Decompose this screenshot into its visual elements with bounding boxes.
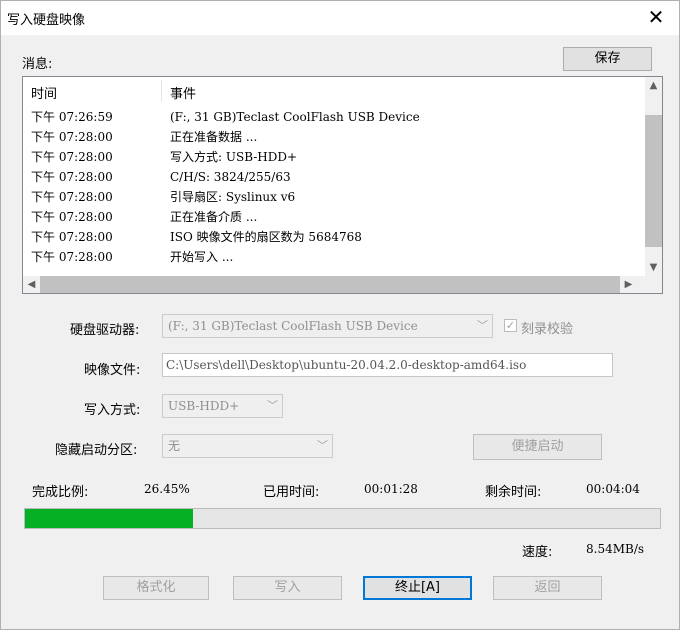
- scroll-down-icon[interactable]: ▼: [645, 259, 662, 276]
- quick-boot-button[interactable]: 便捷启动: [473, 434, 602, 460]
- progress-bar: [24, 508, 661, 529]
- log-time: 下午 07:28:00: [31, 250, 113, 264]
- remaining-value: 00:04:04: [586, 482, 640, 496]
- hidden-partition-select[interactable]: 无 ﹀: [162, 434, 333, 458]
- log-time: 下午 07:28:00: [31, 150, 113, 164]
- scroll-left-icon[interactable]: ◀: [23, 276, 40, 293]
- log-time: 下午 07:26:59: [31, 110, 113, 124]
- vertical-scrollbar[interactable]: ▲ ▼: [645, 77, 662, 276]
- window-title: 写入硬盘映像: [7, 13, 86, 28]
- drive-select-value: (F:, 31 GB)Teclast CoolFlash USB Device: [168, 319, 418, 333]
- percent-label: 完成比例:: [32, 485, 89, 500]
- hidden-partition-label: 隐藏启动分区:: [55, 443, 138, 458]
- log-rows: 下午 07:26:59 (F:, 31 GB)Teclast CoolFlash …: [23, 107, 643, 267]
- scroll-up-icon[interactable]: ▲: [645, 77, 662, 94]
- write-method-select[interactable]: USB-HDD+ ﹀: [162, 394, 283, 418]
- scrollbar-corner: [640, 276, 662, 293]
- chevron-down-icon: ﹀: [317, 439, 328, 452]
- column-header-time[interactable]: 时间: [31, 83, 57, 102]
- list-item[interactable]: 下午 07:28:00 正在准备数据 ...: [23, 127, 643, 147]
- list-item[interactable]: 下午 07:28:00 开始写入 ...: [23, 247, 643, 267]
- log-event: 开始写入 ...: [170, 250, 234, 264]
- elapsed-label: 已用时间:: [263, 485, 320, 500]
- progress-bar-fill: [25, 509, 193, 528]
- log-time: 下午 07:28:00: [31, 130, 113, 144]
- abort-button[interactable]: 终止[A]: [363, 576, 472, 600]
- image-file-label: 映像文件:: [84, 363, 141, 378]
- log-event: 正在准备介质 ...: [170, 210, 258, 224]
- log-event: C/H/S: 3824/255/63: [170, 170, 291, 184]
- messages-label: 消息:: [22, 57, 53, 72]
- message-log[interactable]: 时间 事件 下午 07:26:59 (F:, 31 GB)Teclast Cool…: [22, 76, 663, 294]
- list-item[interactable]: 下午 07:26:59 (F:, 31 GB)Teclast CoolFlash …: [23, 107, 643, 127]
- write-disk-image-dialog: 写入硬盘映像 ✕ 消息: 保存 时间 事件 下午 07:26:59 (F:, 31…: [0, 0, 680, 630]
- log-time: 下午 07:28:00: [31, 210, 113, 224]
- write-method-value: USB-HDD+: [168, 399, 240, 413]
- log-event: 正在准备数据 ...: [170, 130, 258, 144]
- drive-label: 硬盘驱动器:: [70, 323, 140, 338]
- close-icon[interactable]: ✕: [633, 1, 679, 35]
- log-event: (F:, 31 GB)Teclast CoolFlash USB Device: [170, 110, 420, 124]
- log-event: 引导扇区: Syslinux v6: [170, 190, 296, 204]
- log-header: 时间 事件: [23, 77, 643, 105]
- horizontal-scrollbar[interactable]: ◀ ▶: [23, 276, 662, 293]
- list-item[interactable]: 下午 07:28:00 ISO 映像文件的扇区数为 5684768: [23, 227, 643, 247]
- percent-value: 26.45%: [144, 482, 190, 496]
- log-event: 写入方式: USB-HDD+: [170, 150, 298, 164]
- speed-label: 速度:: [522, 545, 553, 560]
- hidden-partition-value: 无: [168, 439, 181, 453]
- log-time: 下午 07:28:00: [31, 230, 113, 244]
- list-item[interactable]: 下午 07:28:00 C/H/S: 3824/255/63: [23, 167, 643, 187]
- verify-checkbox[interactable]: ✓: [504, 319, 517, 332]
- chevron-down-icon: ﹀: [477, 319, 488, 332]
- save-button[interactable]: 保存: [563, 47, 652, 71]
- horizontal-scroll-thumb[interactable]: [40, 276, 620, 293]
- log-time: 下午 07:28:00: [31, 170, 113, 184]
- list-item[interactable]: 下午 07:28:00 写入方式: USB-HDD+: [23, 147, 643, 167]
- list-item[interactable]: 下午 07:28:00 正在准备介质 ...: [23, 207, 643, 227]
- image-file-field[interactable]: C:\Users\dell\Desktop\ubuntu-20.04.2.0-d…: [162, 353, 613, 377]
- vertical-scroll-thumb[interactable]: [645, 115, 662, 247]
- drive-select[interactable]: (F:, 31 GB)Teclast CoolFlash USB Device …: [162, 314, 493, 338]
- format-button[interactable]: 格式化: [103, 576, 209, 600]
- log-time: 下午 07:28:00: [31, 190, 113, 204]
- write-method-label: 写入方式:: [84, 403, 141, 418]
- chevron-down-icon: ﹀: [267, 399, 278, 412]
- list-item[interactable]: 下午 07:28:00 引导扇区: Syslinux v6: [23, 187, 643, 207]
- verify-label: 刻录校验: [521, 322, 574, 337]
- log-event: ISO 映像文件的扇区数为 5684768: [170, 230, 362, 244]
- column-header-event[interactable]: 事件: [170, 83, 196, 102]
- title-bar: 写入硬盘映像 ✕: [1, 1, 679, 35]
- column-divider[interactable]: [161, 80, 162, 102]
- elapsed-value: 00:01:28: [364, 482, 418, 496]
- remaining-label: 剩余时间:: [485, 485, 542, 500]
- write-button[interactable]: 写入: [233, 576, 342, 600]
- scroll-right-icon[interactable]: ▶: [620, 276, 637, 293]
- speed-value: 8.54MB/s: [586, 542, 645, 556]
- back-button[interactable]: 返回: [493, 576, 602, 600]
